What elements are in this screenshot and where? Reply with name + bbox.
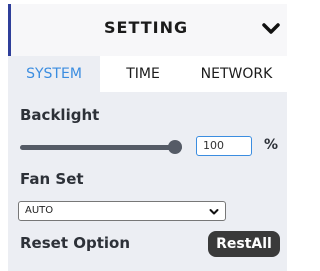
fan-set-selected-value: AUTO (25, 205, 54, 216)
header-accent-bar (8, 4, 11, 56)
chevron-down-icon (209, 209, 219, 215)
backlight-label: Backlight (20, 106, 100, 124)
backlight-slider[interactable] (20, 145, 182, 150)
fan-set-label: Fan Set (20, 170, 84, 188)
percent-unit: % (264, 137, 279, 153)
tab-network[interactable]: NETWORK (186, 56, 287, 92)
chevron-down-icon[interactable] (260, 18, 282, 40)
settings-body: SYSTEM TIME NETWORK Backlight 100 % Fan … (8, 56, 287, 271)
tab-bar: SYSTEM TIME NETWORK (8, 56, 287, 92)
fan-set-select[interactable]: AUTO (18, 201, 226, 221)
page-title: SETTING (104, 18, 189, 37)
tab-time[interactable]: TIME (100, 56, 186, 92)
reset-all-button[interactable]: RestAll (208, 231, 280, 257)
tab-system[interactable]: SYSTEM (8, 56, 100, 92)
reset-option-label: Reset Option (20, 234, 131, 252)
backlight-value-input[interactable]: 100 (196, 136, 252, 156)
backlight-slider-thumb[interactable] (168, 140, 182, 154)
settings-panel: SETTING SYSTEM TIME NETWORK Backlight 10… (0, 0, 287, 271)
settings-header[interactable]: SETTING (8, 4, 287, 56)
